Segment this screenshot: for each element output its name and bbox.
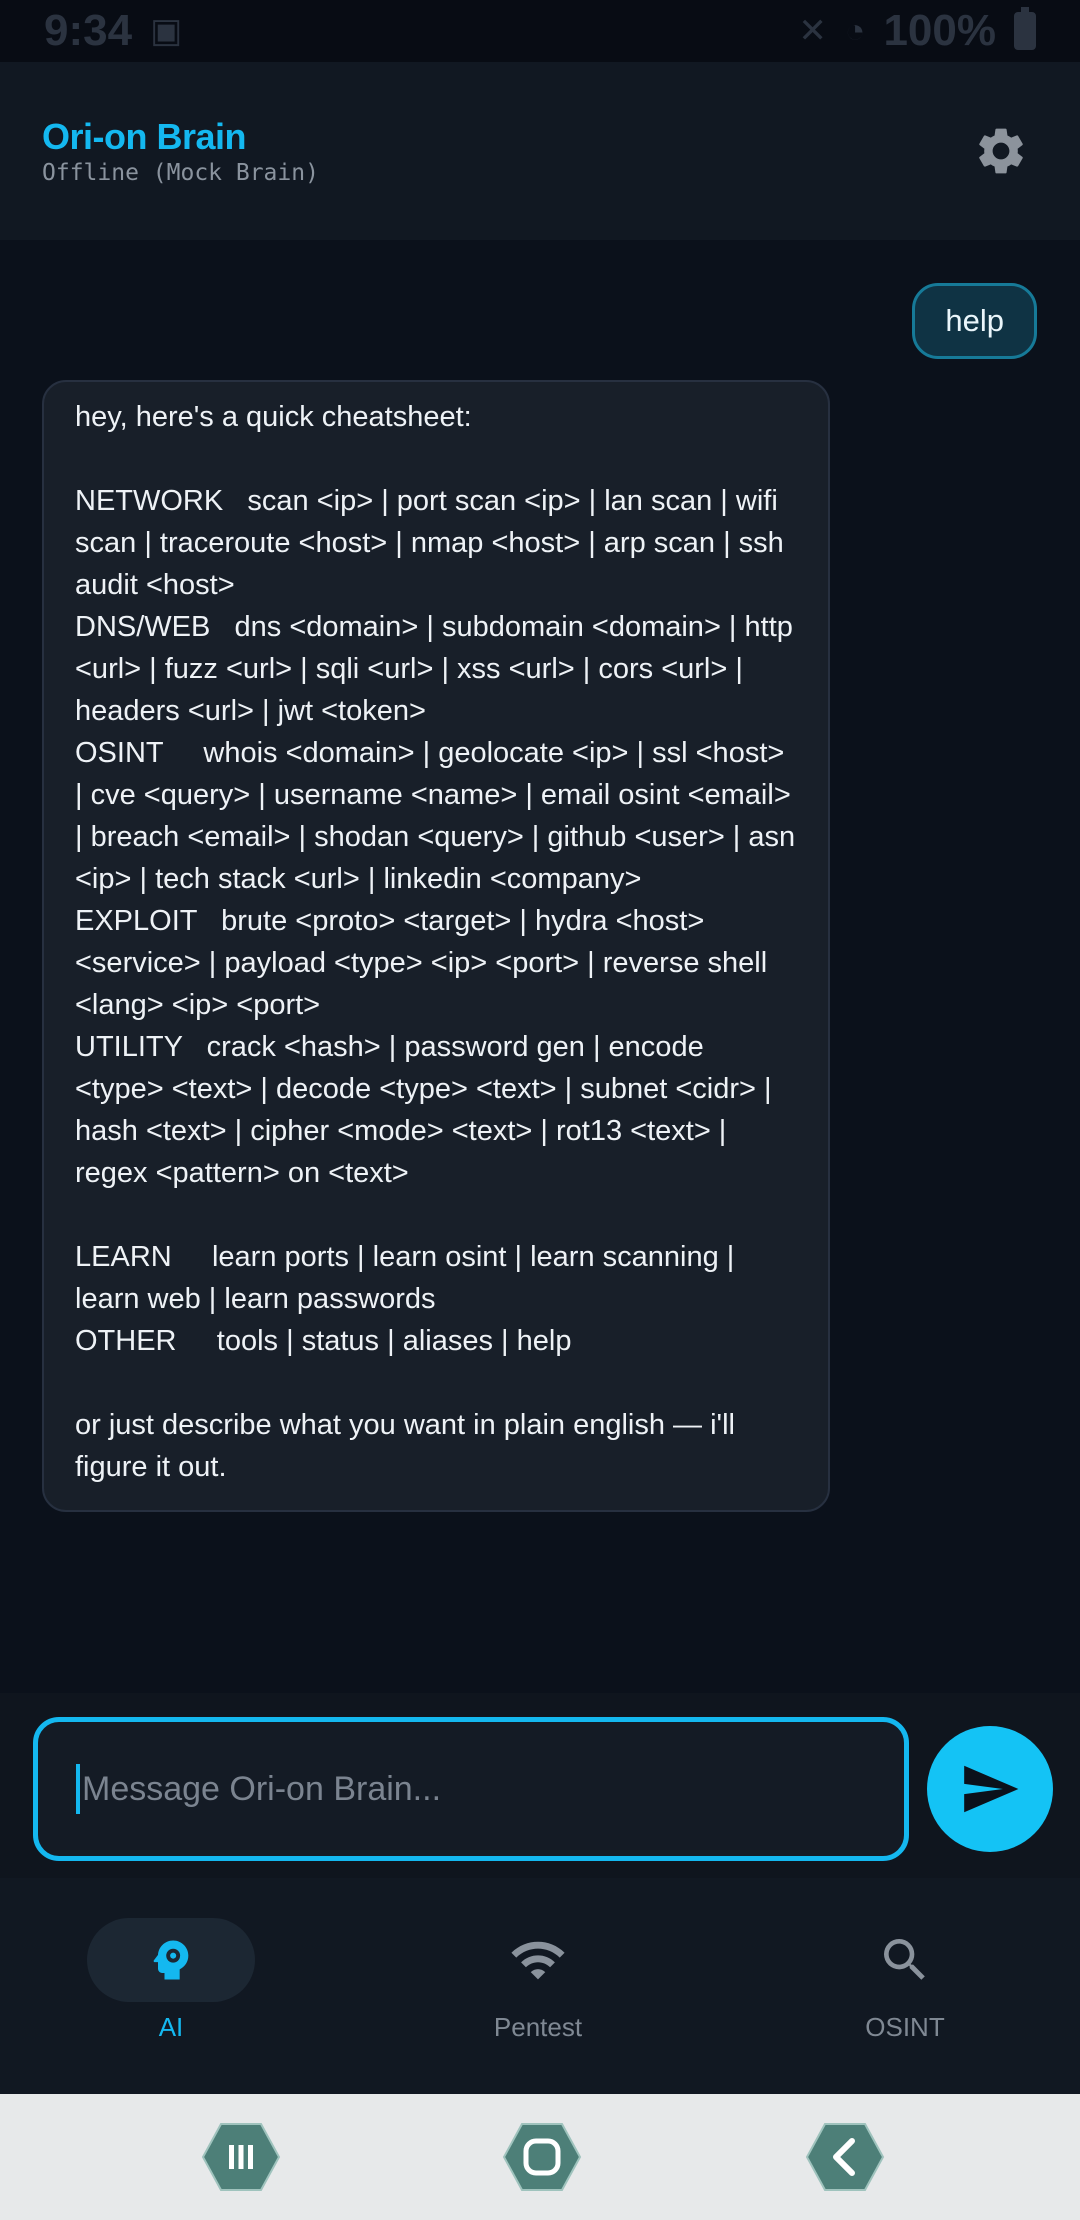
nav-label-osint: OSINT (865, 2012, 945, 2042)
back-icon (805, 2123, 885, 2191)
back-button[interactable] (805, 2122, 885, 2192)
user-message-bubble: help (912, 283, 1037, 359)
recents-icon (201, 2123, 281, 2191)
app-subtitle: Offline (Mock Brain) (42, 160, 319, 186)
nav-item-ai[interactable]: AI (71, 1918, 271, 2068)
nav-pill-pentest (454, 1918, 622, 2002)
title-block: Ori-on Brain Offline (Mock Brain) (42, 116, 319, 186)
nav-label-ai: AI (158, 2012, 184, 2042)
nav-label-pentest: Pentest (493, 2012, 583, 2042)
nav-item-osint[interactable]: OSINT (805, 1918, 1005, 2068)
battery-icon (1014, 7, 1036, 50)
home-button[interactable] (502, 2122, 582, 2192)
wifi-icon (511, 1941, 565, 1980)
bot-message-bubble: hey, here's a quick cheatsheet: NETWORK … (42, 380, 830, 1512)
home-icon (502, 2123, 582, 2191)
wifi-status-icon: ◔ (844, 11, 866, 50)
nav-item-pentest[interactable]: Pentest (438, 1918, 638, 2068)
recents-button[interactable] (201, 2122, 281, 2192)
chat-area[interactable]: help hey, here's a quick cheatsheet: NET… (0, 240, 1080, 1693)
send-button[interactable] (927, 1726, 1053, 1852)
user-message-text: help (945, 303, 1004, 338)
image-notification-icon: ▣ (150, 12, 183, 50)
status-bar: 9:34 ▣ ✕ ◔ 100% (0, 0, 1080, 62)
send-icon (964, 1765, 1019, 1813)
composer (0, 1693, 1080, 1878)
bot-message-text: hey, here's a quick cheatsheet: NETWORK … (75, 401, 796, 1483)
message-input-box[interactable] (33, 1717, 909, 1861)
nav-pill-osint (821, 1918, 989, 2002)
app-bar: Ori-on Brain Offline (Mock Brain) (0, 62, 1080, 240)
battery-percent: 100% (883, 6, 996, 55)
app-title: Ori-on Brain (42, 116, 247, 157)
status-time: 9:34 (44, 6, 133, 55)
settings-button[interactable] (964, 114, 1038, 188)
mute-icon: ✕ (798, 12, 827, 50)
bottom-nav: AI Pentest OSINT (0, 1878, 1080, 2094)
brain-gear-icon (153, 1940, 189, 1980)
message-input[interactable] (82, 1722, 904, 1856)
gear-icon (979, 128, 1023, 174)
nav-pill-ai (87, 1918, 255, 2002)
text-caret (76, 1764, 80, 1814)
system-nav-bar (0, 2094, 1080, 2220)
search-icon (884, 1939, 925, 1980)
